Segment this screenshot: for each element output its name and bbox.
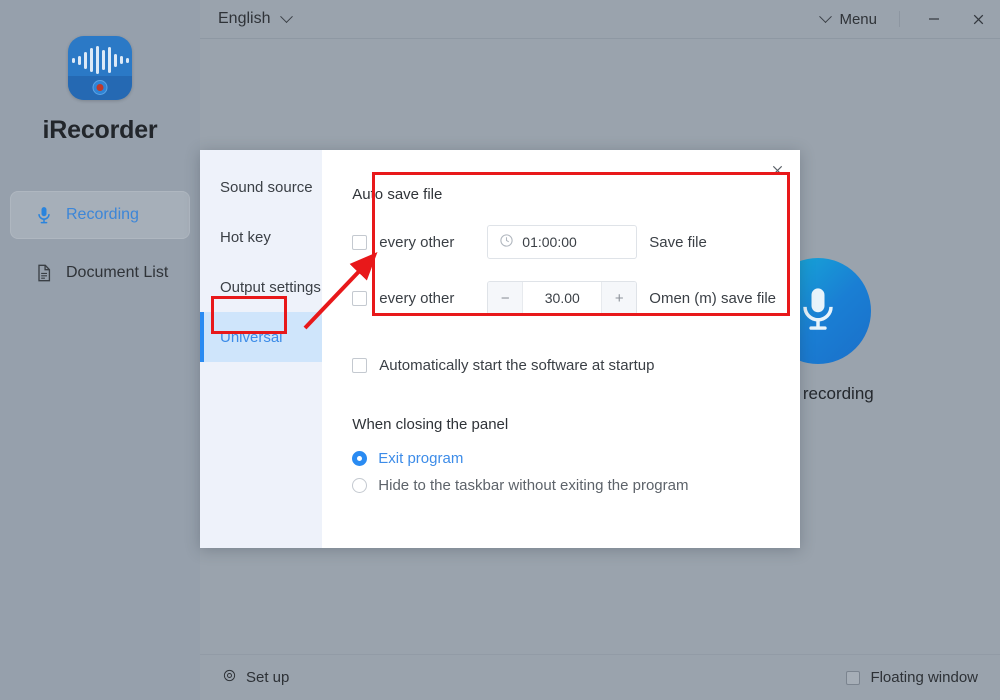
- stepper-increment-button[interactable]: +: [601, 282, 637, 314]
- sidebar-item-label: Recording: [66, 206, 139, 223]
- tab-sound-source[interactable]: Sound source: [200, 162, 322, 212]
- clock-icon: [499, 233, 514, 251]
- radio-selected-icon: [352, 451, 368, 466]
- stepper-value[interactable]: 30.00: [523, 282, 601, 314]
- tab-universal[interactable]: Universal: [200, 312, 323, 362]
- auto-save-time-value: 01:00:00: [522, 234, 577, 250]
- settings-panel-universal: Auto save file every other 01:00:00 Save…: [322, 150, 800, 548]
- stepper-decrement-button[interactable]: −: [488, 282, 524, 314]
- microphone-icon: [34, 205, 54, 225]
- app-window: iRecorder Recording Document List Englis…: [0, 0, 1000, 700]
- record-dot-icon: [92, 80, 108, 95]
- startup-checkbox[interactable]: [352, 358, 368, 373]
- floating-window-toggle[interactable]: Floating window: [846, 669, 978, 686]
- close-button[interactable]: [956, 0, 1000, 39]
- tab-label: Hot key: [220, 228, 271, 246]
- auto-save-time-input[interactable]: 01:00:00: [487, 225, 638, 259]
- floating-window-label: Floating window: [870, 669, 978, 686]
- settings-dialog: Sound source Hot key Output settings Uni…: [200, 150, 800, 548]
- gear-icon: [222, 668, 237, 687]
- tab-hot-key[interactable]: Hot key: [200, 212, 322, 262]
- tab-label: Sound source: [220, 178, 313, 196]
- auto-save-time-checkbox[interactable]: [352, 234, 368, 250]
- startup-row: Automatically start the software at star…: [352, 357, 776, 374]
- auto-save-size-checkbox[interactable]: [352, 290, 368, 306]
- tab-output-settings[interactable]: Output settings: [200, 262, 322, 312]
- closing-panel-title: When closing the panel: [352, 416, 509, 433]
- settings-tab-list: Sound source Hot key Output settings Uni…: [200, 150, 323, 548]
- chevron-down-icon: [819, 9, 833, 23]
- auto-save-size-suffix: Omen (m) save file: [649, 289, 776, 307]
- sidebar-item-recording[interactable]: Recording: [10, 191, 190, 239]
- divider: [899, 11, 900, 27]
- setup-label: Set up: [246, 669, 290, 686]
- waveform-bars: [68, 46, 132, 74]
- chevron-down-icon: [280, 9, 294, 23]
- sidebar-nav: Recording Document List: [0, 191, 200, 297]
- auto-save-time-suffix: Save file: [649, 233, 707, 251]
- radio-unselected-icon: [352, 478, 368, 493]
- window-controls: Menu: [811, 0, 1000, 38]
- auto-save-size-label: every other: [379, 289, 455, 307]
- app-logo: [68, 36, 132, 100]
- closing-option-exit-program[interactable]: Exit program: [352, 450, 776, 467]
- auto-save-size-row: every other − 30.00 + Omen (m) save file: [352, 281, 776, 315]
- auto-save-size-stepper: − 30.00 +: [487, 281, 638, 315]
- closing-option-label: Exit program: [378, 450, 464, 467]
- language-selector[interactable]: English: [218, 9, 294, 28]
- left-sidebar: iRecorder Recording Document List: [0, 0, 200, 700]
- sidebar-item-document-list[interactable]: Document List: [10, 249, 190, 297]
- document-icon: [34, 263, 54, 283]
- bottom-bar: Set up Floating window: [200, 654, 1000, 700]
- close-icon[interactable]: [766, 159, 788, 181]
- setup-button[interactable]: Set up: [222, 668, 289, 687]
- app-title: iRecorder: [42, 116, 158, 144]
- closing-option-hide-to-taskbar[interactable]: Hide to the taskbar without exiting the …: [352, 477, 776, 494]
- auto-save-title: Auto save file: [352, 186, 443, 203]
- auto-save-time-row: every other 01:00:00 Save file: [352, 225, 776, 259]
- language-value: English: [218, 10, 271, 27]
- sidebar-item-label: Document List: [66, 264, 169, 281]
- title-bar: English Menu: [200, 0, 1000, 39]
- menu-button[interactable]: Menu: [811, 9, 887, 28]
- tab-label: Universal: [220, 328, 283, 346]
- floating-window-checkbox[interactable]: [846, 670, 861, 685]
- auto-save-time-label: every other: [379, 233, 455, 251]
- startup-label: Automatically start the software at star…: [379, 357, 655, 374]
- tab-label: Output settings: [220, 278, 321, 296]
- waveform-record-icon: [68, 36, 132, 100]
- minimize-button[interactable]: [912, 0, 956, 39]
- menu-label: Menu: [839, 10, 877, 28]
- closing-option-label: Hide to the taskbar without exiting the …: [378, 477, 689, 494]
